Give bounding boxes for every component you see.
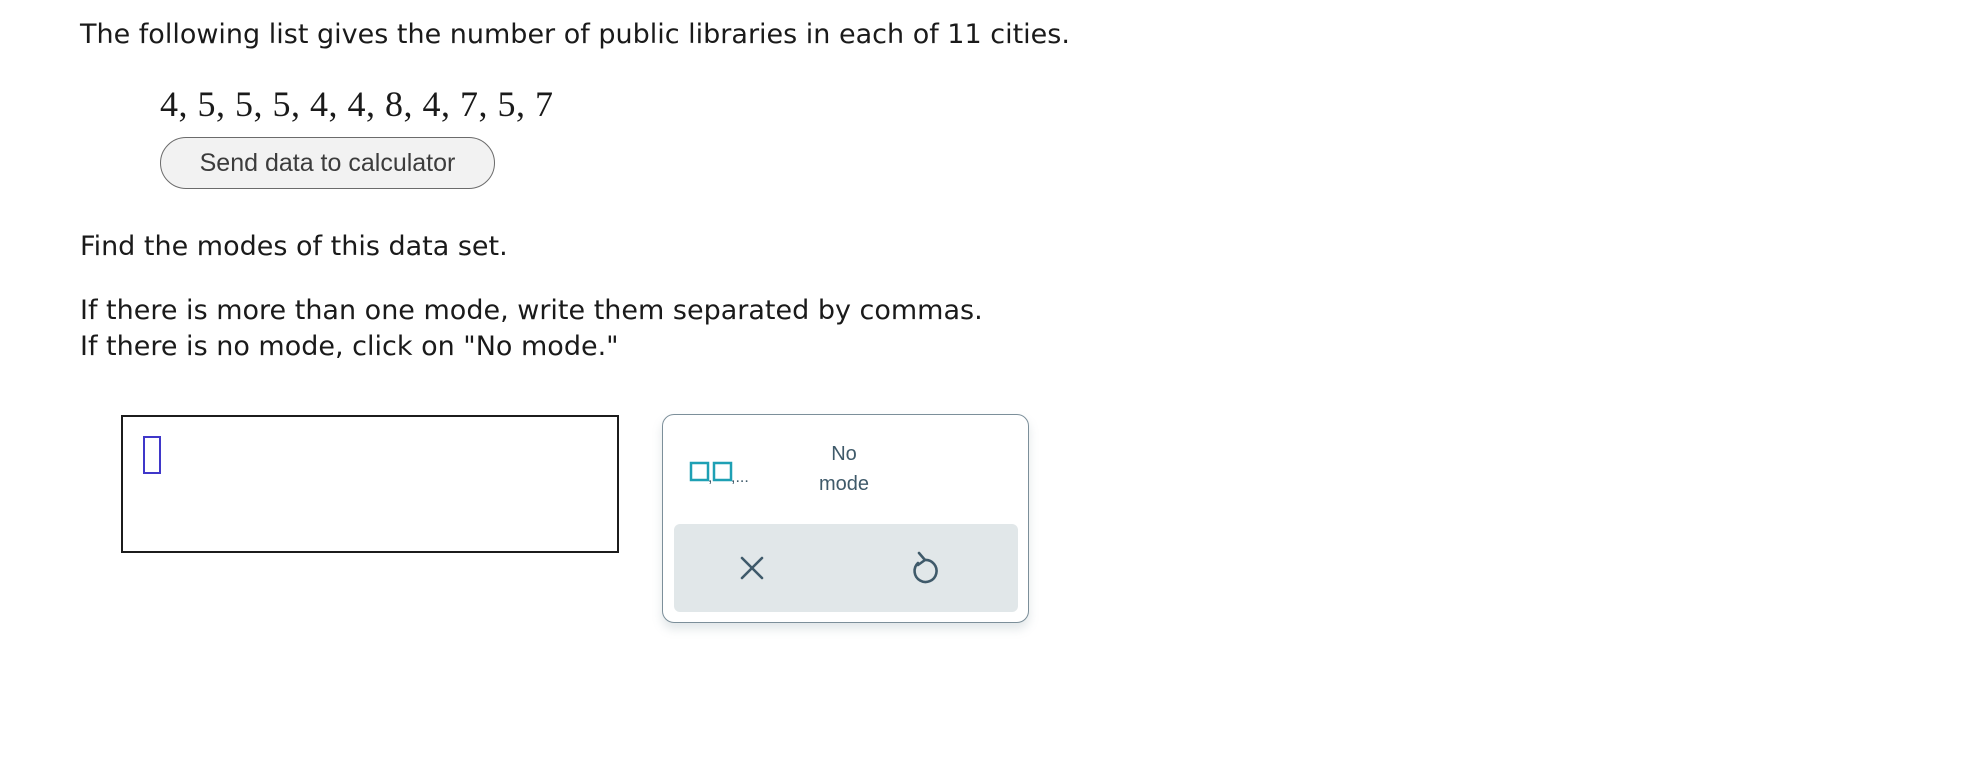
no-mode-button[interactable]: No mode bbox=[789, 439, 899, 501]
answer-input[interactable] bbox=[121, 415, 619, 553]
comma-list-icon: , ,... bbox=[689, 461, 749, 486]
clear-button[interactable] bbox=[734, 550, 770, 586]
close-icon bbox=[740, 556, 764, 580]
input-cursor bbox=[143, 436, 161, 474]
comma-list-button[interactable]: , ,... bbox=[689, 455, 769, 495]
send-data-to-calculator-button[interactable]: Send data to calculator bbox=[160, 137, 495, 189]
undo-button[interactable] bbox=[906, 548, 944, 588]
svg-text:,: , bbox=[708, 469, 712, 486]
undo-icon bbox=[913, 551, 938, 584]
answer-keypad: , ,... No mode bbox=[662, 414, 1029, 623]
problem-intro: The following list gives the number of p… bbox=[80, 19, 1070, 50]
action-tray bbox=[674, 524, 1018, 612]
instruction-no-mode: If there is no mode, click on "No mode." bbox=[80, 331, 619, 362]
data-list: 4, 5, 5, 5, 4, 4, 8, 4, 7, 5, 7 bbox=[160, 84, 554, 124]
instruction-multiple-modes: If there is more than one mode, write th… bbox=[80, 295, 983, 326]
svg-text:,...: ,... bbox=[731, 469, 749, 486]
no-mode-label-line1: No bbox=[831, 443, 857, 465]
no-mode-label-line2: mode bbox=[818, 473, 870, 495]
question-text: Find the modes of this data set. bbox=[80, 231, 508, 262]
